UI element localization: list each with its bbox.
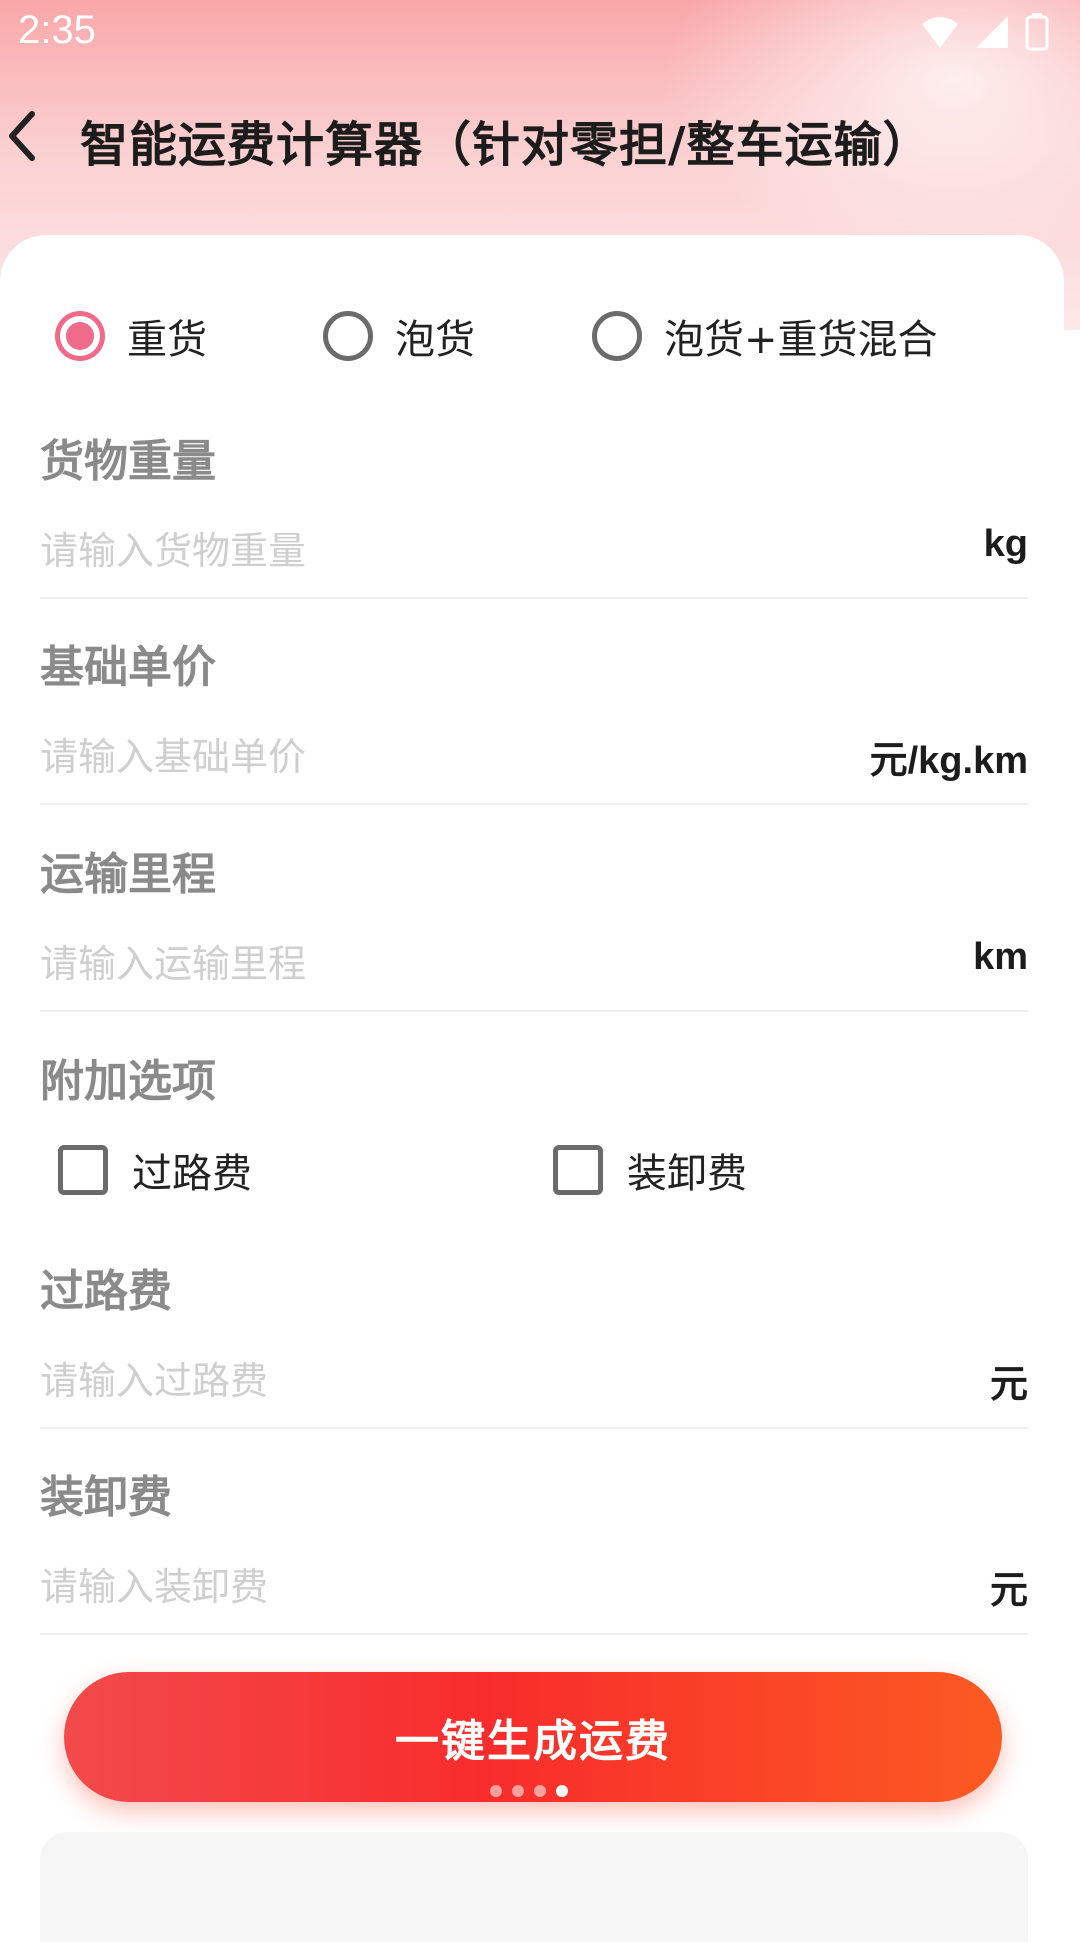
unit-label: kg	[983, 523, 1028, 565]
unit-label: 元	[989, 1570, 1028, 1612]
field-label: 基础单价	[40, 642, 216, 693]
chevron-left-icon	[9, 111, 35, 161]
unit-price-field: 基础单价 元/kg.km	[40, 631, 1028, 831]
field-label: 装卸费	[40, 1472, 172, 1523]
page-dot	[490, 1785, 502, 1797]
radio-mixed-cargo[interactable]: 泡货+重货混合	[592, 307, 938, 365]
divider	[40, 597, 1028, 599]
radio-label: 重货	[127, 317, 207, 363]
radio-unchecked-icon	[592, 311, 642, 361]
battery-icon	[1025, 13, 1049, 51]
divider	[40, 1633, 1028, 1635]
field-label: 过路费	[40, 1266, 172, 1317]
divider	[40, 803, 1028, 805]
app-header: 智能运费计算器（针对零担/整车运输）	[0, 95, 1080, 185]
field-label: 货物重量	[40, 436, 216, 487]
calculator-card: 重货 泡货 泡货+重货混合 货物重量 kg 基础单价 元/kg.km 运输里程 …	[0, 235, 1064, 1942]
page-dot	[512, 1785, 524, 1797]
unit-label: 元	[989, 1364, 1028, 1406]
status-time: 2:35	[18, 8, 96, 52]
wifi-icon	[922, 17, 958, 48]
radio-unchecked-icon	[323, 311, 373, 361]
divider	[40, 1010, 1028, 1012]
unit-price-input[interactable]	[40, 727, 860, 787]
cargo-type-selector: 重货 泡货 泡货+重货混合	[55, 307, 1035, 367]
status-bar: 2:35	[0, 0, 1080, 70]
checkbox-handling[interactable]: 装卸费	[553, 1141, 747, 1199]
page-dot-active	[556, 1785, 568, 1797]
page-indicator	[490, 1785, 568, 1797]
field-label: 运输里程	[40, 849, 216, 900]
generate-button-label: 一键生成运费	[395, 1716, 671, 1767]
distance-input[interactable]	[40, 934, 860, 994]
page-title: 智能运费计算器（针对零担/整车运输）	[80, 117, 932, 173]
divider	[40, 1427, 1028, 1429]
checkbox-label: 过路费	[132, 1151, 252, 1197]
radio-label: 泡货	[395, 317, 475, 363]
radio-light-cargo[interactable]: 泡货	[323, 307, 475, 365]
checkbox-label: 装卸费	[627, 1151, 747, 1197]
generate-freight-button[interactable]: 一键生成运费	[64, 1672, 1002, 1802]
toll-input[interactable]	[40, 1351, 860, 1411]
page-dot	[534, 1785, 546, 1797]
extras-label: 附加选项	[40, 1056, 216, 1107]
unit-label: km	[973, 936, 1028, 978]
weight-input[interactable]	[40, 521, 860, 581]
checkbox-unchecked-icon	[58, 1145, 108, 1195]
unit-label: 元/kg.km	[869, 740, 1028, 782]
toll-field: 过路费 元	[40, 1255, 1028, 1455]
handling-field: 装卸费 元	[40, 1461, 1028, 1661]
checkbox-unchecked-icon	[553, 1145, 603, 1195]
radio-label: 泡货+重货混合	[664, 317, 938, 363]
radio-heavy-cargo[interactable]: 重货	[55, 307, 207, 365]
status-icons	[920, 12, 1050, 52]
result-panel	[40, 1832, 1028, 1942]
back-button[interactable]	[0, 101, 44, 171]
radio-checked-icon	[55, 311, 105, 361]
checkbox-toll[interactable]: 过路费	[58, 1141, 252, 1199]
weight-field: 货物重量 kg	[40, 425, 1028, 625]
distance-field: 运输里程 km	[40, 838, 1028, 1038]
handling-input[interactable]	[40, 1557, 860, 1617]
signal-icon	[976, 16, 1008, 48]
